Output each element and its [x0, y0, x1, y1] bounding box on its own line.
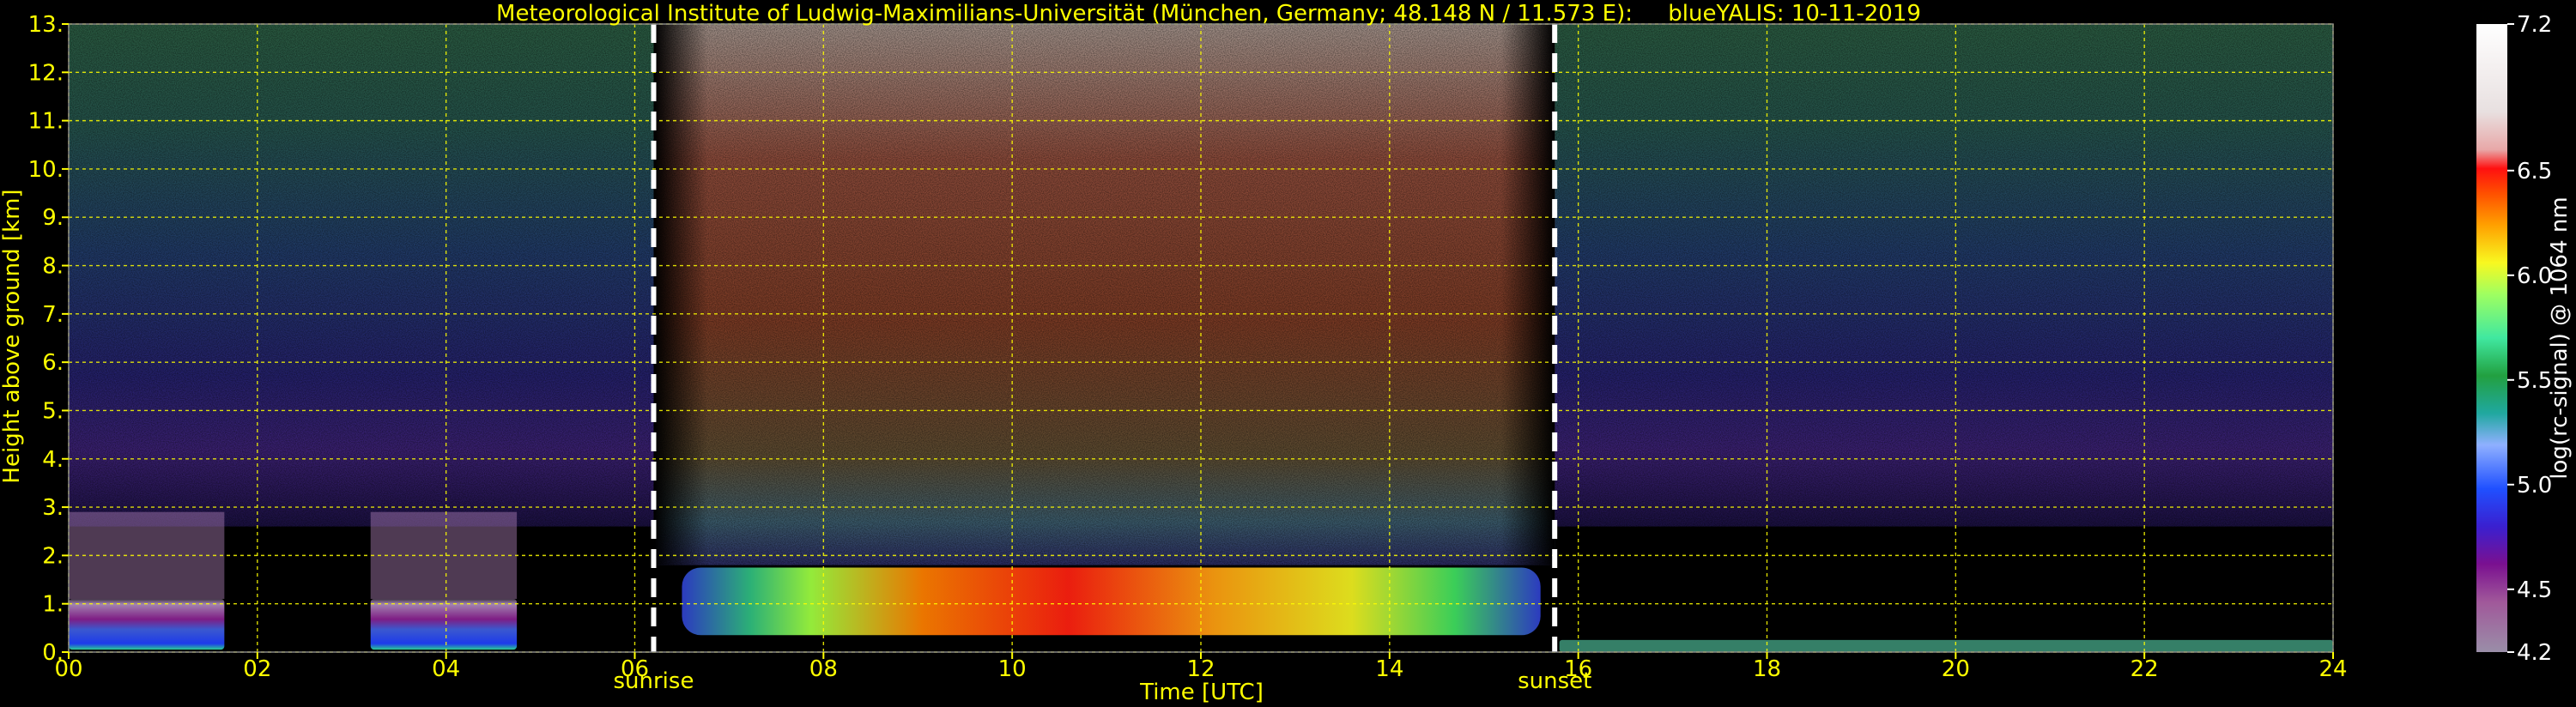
x-tick-label: 20: [1942, 656, 1970, 682]
x-tick-label: 12: [1186, 656, 1215, 682]
y-axis-label: Height above ground [km]: [0, 189, 25, 483]
x-tick-label: 24: [2318, 656, 2347, 682]
layer-nocturnal-aerosol-layer: [370, 599, 518, 650]
x-axis-label: Time [UTC]: [1139, 680, 1264, 705]
x-tick-label: 06: [621, 656, 649, 682]
chart-title: Meteorological Institute of Ludwig-Maxim…: [496, 1, 1921, 27]
colorbar-ticks: 4.24.55.05.56.06.57.2: [2507, 12, 2552, 666]
y-tick-label: 4.: [42, 447, 64, 473]
x-tick-label: 08: [809, 656, 838, 682]
y-tick-label: 5.: [42, 398, 64, 424]
x-tick-label: 18: [1753, 656, 1781, 682]
y-tick-label: 12.: [28, 60, 64, 86]
y-tick-label: 9.: [42, 205, 64, 231]
lidar-chart: sunrise sunset 00 02 04 06 08 10 12 14 16 18 20 22 24…: [0, 1, 2573, 705]
y-tick-label: 0.: [42, 640, 64, 666]
x-tick-label: 02: [243, 656, 271, 682]
y-tick-label: 13.: [28, 12, 64, 38]
colorbar-tick-label: 4.5: [2517, 577, 2552, 603]
x-tick-label: 16: [1564, 656, 1592, 682]
y-tick-label: 3.: [42, 495, 64, 521]
colorbar-tick-label: 6.5: [2517, 159, 2552, 184]
colorbar-gradient: [2476, 24, 2507, 652]
layer-nocturnal-aerosol-layer: [69, 599, 225, 650]
x-tick-label: 04: [432, 656, 460, 682]
layer-near-ground-layer: [1559, 639, 2333, 652]
y-tick-label: 10.: [28, 157, 64, 183]
colorbar-label: log(rc-signal) @ 1064 nm: [2547, 196, 2573, 479]
x-tick-label: 14: [1375, 656, 1403, 682]
colorbar-tick-label: 4.2: [2517, 640, 2552, 666]
x-tick-label: 22: [2131, 656, 2159, 682]
colorbar-tick-label: 7.2: [2517, 12, 2552, 38]
y-tick-label: 2.: [42, 543, 64, 569]
y-tick-label: 1.: [42, 592, 64, 618]
x-tick-label: 10: [998, 656, 1027, 682]
y-tick-label: 8.: [42, 254, 64, 280]
y-tick-label: 11.: [28, 109, 64, 135]
y-tick-label: 7.: [42, 302, 64, 328]
layer-boundary-layer: [682, 567, 1541, 636]
y-tick-label: 6.: [42, 350, 64, 376]
colorbar: 4.24.55.05.56.06.57.2 log(rc-signal) @ 1…: [2476, 12, 2573, 666]
